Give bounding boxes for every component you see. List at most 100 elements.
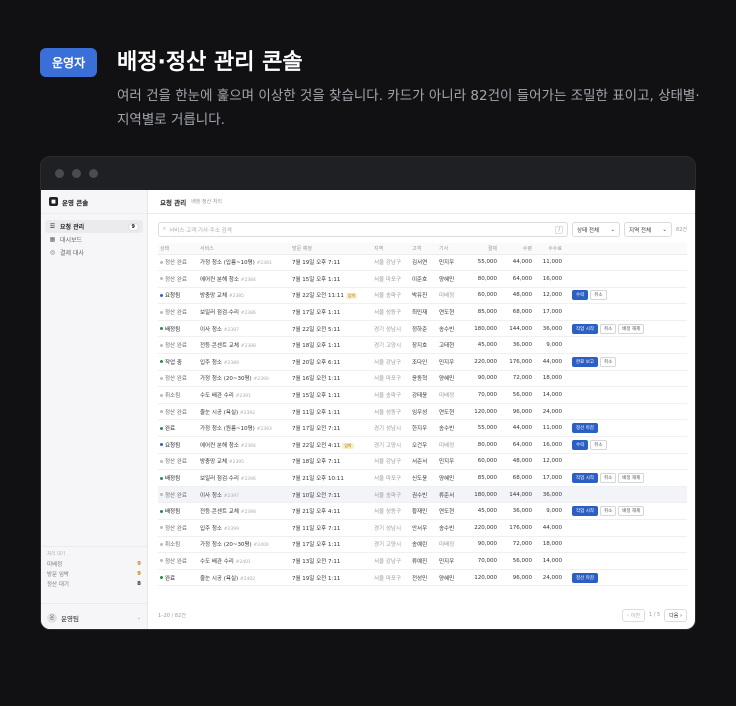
status-dot-icon (160, 293, 163, 297)
status-badge: 취소됨 (160, 391, 180, 399)
role-badge: 운영자 (40, 48, 98, 77)
table-row[interactable]: 취소됨 가정 청소 (20~30평) #2400 7월 17일 오후 1:11 경기 … (158, 536, 687, 554)
sidebar-item[interactable]: ▦ 대시보드 (45, 233, 143, 246)
sidebar-item[interactable]: ☰ 요청 관리 9 (45, 220, 143, 233)
column-header[interactable]: 상태 (158, 243, 198, 255)
request-id: #2397 (223, 493, 239, 499)
technician-cell: 연도현 (437, 403, 466, 421)
window-maximize-dot[interactable] (89, 169, 98, 178)
table-row[interactable]: 정산 완료 전등·콘센트 교체 #2388 7월 18일 오후 1:11 경기 고양시… (158, 336, 687, 355)
row-action-button[interactable]: 정산 마감 (572, 423, 598, 434)
row-action-button[interactable]: 수락 (572, 290, 589, 301)
region-filter-value: 지역 전체 (629, 227, 652, 234)
service-name: 가정 청소 (20~30평) (200, 542, 252, 549)
region-cell: 서울 강남구 (372, 552, 410, 570)
row-action-button[interactable]: 취소 (590, 290, 607, 301)
table-row[interactable]: 완료 가정 청소 (원룸~10평) #2393 7월 17일 오전 7:11 경기 성… (158, 419, 687, 438)
table-row[interactable]: 배정됨 전등·콘센트 교체 #2398 7월 21일 오후 4:11 서울 성동구 황재… (158, 502, 687, 520)
region-filter-select[interactable]: 지역 전체 ⌄ (624, 222, 673, 237)
technician-cell: 연도현 (437, 303, 466, 321)
payment-cell: 85,000 (466, 303, 499, 321)
column-header[interactable]: 결제 (466, 243, 499, 255)
visit-time: 7월 22일 오전 5:11 (292, 326, 341, 333)
table-row[interactable]: 정산 완료 수도 배관 수리 #2401 7월 13일 오전 7:11 서울 강남구 류… (158, 552, 687, 570)
status-text: 배정됨 (165, 476, 181, 483)
row-action-button[interactable]: 정산 마감 (572, 572, 598, 583)
table-row[interactable]: 취소됨 수도 배관 수리 #2391 7월 15일 오후 1:11 서울 송파구 강태윤… (158, 386, 687, 404)
table-row[interactable]: 정산 완료 입주 청소 #2399 7월 11일 오후 7:11 경기 성남시 안서우 송… (158, 519, 687, 537)
table-row[interactable]: 요청됨 에어컨 분해 청소 #2394 7월 22일 오전 4:11 임박 경기 고양시… (158, 436, 687, 454)
sidebar-item-label: 대시보드 (60, 237, 83, 244)
column-header[interactable]: 수수료 (534, 243, 564, 255)
visit-time: 7월 13일 오전 7:11 (292, 558, 341, 565)
technician-cell: 연도현 (437, 502, 466, 520)
region-cell: 서울 성동구 (372, 502, 410, 520)
row-action-button[interactable]: 배정 해제 (618, 323, 645, 334)
status-text: 배정됨 (165, 326, 181, 333)
table-row[interactable]: 요청됨 방충망 교체 #2385 7월 22일 오전 11:11 임박 서울 송파구 박유… (158, 287, 687, 305)
table-row[interactable]: 정산 완료 에어컨 분해 청소 #2384 7월 15일 오후 1:11 서울 마포구… (158, 270, 687, 288)
row-action-button[interactable]: 작업 시작 (572, 473, 598, 484)
row-action-button[interactable]: 취소 (600, 356, 617, 367)
fee-cell: 14,000 (534, 552, 564, 570)
status-dot-icon (160, 327, 163, 331)
visit-time: 7월 17일 오전 7:11 (292, 426, 341, 433)
table-row[interactable]: 작업 중 입주 청소 #2389 7월 20일 오후 6:11 서울 강남구 조다인 민지… (158, 353, 687, 371)
stat-row: 미배정 9 (47, 559, 141, 569)
column-header[interactable]: 방문 예정 (290, 243, 372, 255)
status-filter-select[interactable]: 상태 전체 ⌄ (572, 222, 621, 237)
row-action-button[interactable]: 취소 (590, 439, 607, 450)
fee-cell: 36,000 (534, 486, 564, 504)
visit-time: 7월 19일 오후 7:11 (292, 260, 341, 267)
table-row[interactable]: 정산 완료 가정 청소 (입룸~10평) #2381 7월 19일 오후 7:11 서… (158, 254, 687, 272)
row-action-button[interactable]: 완료 보고 (572, 356, 598, 367)
table-row[interactable]: 정산 완료 줄눈 시공 (욕실) #2392 7월 11일 오후 1:11 서울 성동… (158, 403, 687, 421)
table-row[interactable]: 정산 완료 가정 청소 (20~30평) #2390 7월 16일 오전 1:11 서… (158, 370, 687, 388)
stat-value: 9 (137, 561, 141, 567)
column-header[interactable]: 기사 (437, 243, 466, 255)
table-row[interactable]: 정산 완료 보일러 점검·수리 #2386 7월 17일 오후 1:11 서울 성동구… (158, 303, 687, 321)
table-row[interactable]: 정산 완료 이사 청소 #2397 7월 10일 오전 7:11 서울 송파구 권수빈 류… (158, 486, 687, 504)
column-header[interactable]: 수령 (499, 243, 534, 255)
service-name: 가정 청소 (원룸~10평) (200, 426, 255, 433)
table-row[interactable]: 정산 완료 방충망 교체 #2395 7월 18일 오후 7:11 서울 강남구 서준서… (158, 453, 687, 471)
row-action-button[interactable]: 취소 (600, 473, 617, 484)
search-input[interactable]: ⌕ 서비스·고객·기사·주소 검색 / (158, 222, 569, 237)
row-action-button[interactable]: 수락 (572, 439, 589, 450)
payment-cell: 60,000 (466, 287, 499, 305)
status-text: 완료 (165, 426, 176, 433)
received-cell: 144,000 (499, 320, 534, 338)
row-action-button[interactable]: 작업 시작 (572, 506, 598, 517)
customer-cell: 박유진 (410, 287, 437, 305)
table-row[interactable]: 배정됨 보일러 점검·수리 #2396 7월 21일 오후 10:11 서울 마포구 신… (158, 469, 687, 487)
table-row[interactable]: 완료 줄눈 시공 (욕실) #2402 7월 19일 오전 1:11 서울 마포구 전성… (158, 569, 687, 587)
column-header[interactable]: 고객 (410, 243, 437, 255)
status-dot-icon (160, 360, 163, 364)
window-close-dot[interactable] (55, 169, 64, 178)
user-menu[interactable]: 운 운영팀 ⌄ (41, 603, 147, 629)
next-page-button[interactable]: 다음 › (664, 608, 687, 622)
region-cell: 서울 강남구 (372, 353, 410, 371)
sidebar-item[interactable]: ◎ 결제 대사 (45, 246, 143, 259)
status-dot-icon (160, 576, 163, 580)
chevron-down-icon: ⌄ (136, 614, 141, 621)
row-action-button[interactable]: 취소 (600, 506, 617, 517)
fee-cell: 12,000 (534, 453, 564, 471)
column-header[interactable]: 지역 (372, 243, 410, 255)
column-header[interactable] (564, 243, 687, 255)
window-minimize-dot[interactable] (72, 169, 81, 178)
sidebar: ■ 운영 콘솔 ☰ 요청 관리 9 ▦ 대시보드 ◎ 결제 대사 처리 대기 미배정 9 방문 … (41, 190, 148, 629)
row-action-button[interactable]: 작업 시작 (572, 323, 598, 334)
prev-page-button[interactable]: ‹ 이전 (622, 608, 645, 622)
table-row[interactable]: 배정됨 이사 청소 #2387 7월 22일 오전 5:11 경기 성남시 정하준 송수빈… (158, 320, 687, 338)
row-action-button[interactable]: 배정 해제 (618, 473, 645, 484)
column-header[interactable]: 서비스 (198, 243, 290, 255)
payment-cell: 90,000 (466, 536, 499, 554)
received-cell: 64,000 (499, 436, 534, 454)
row-action-button[interactable]: 취소 (600, 323, 617, 334)
status-dot-icon (160, 343, 163, 347)
request-id: #2398 (240, 510, 256, 516)
row-action-button[interactable]: 배정 해제 (618, 506, 645, 517)
payment-cell: 80,000 (466, 270, 499, 288)
fee-cell: 17,000 (534, 303, 564, 321)
